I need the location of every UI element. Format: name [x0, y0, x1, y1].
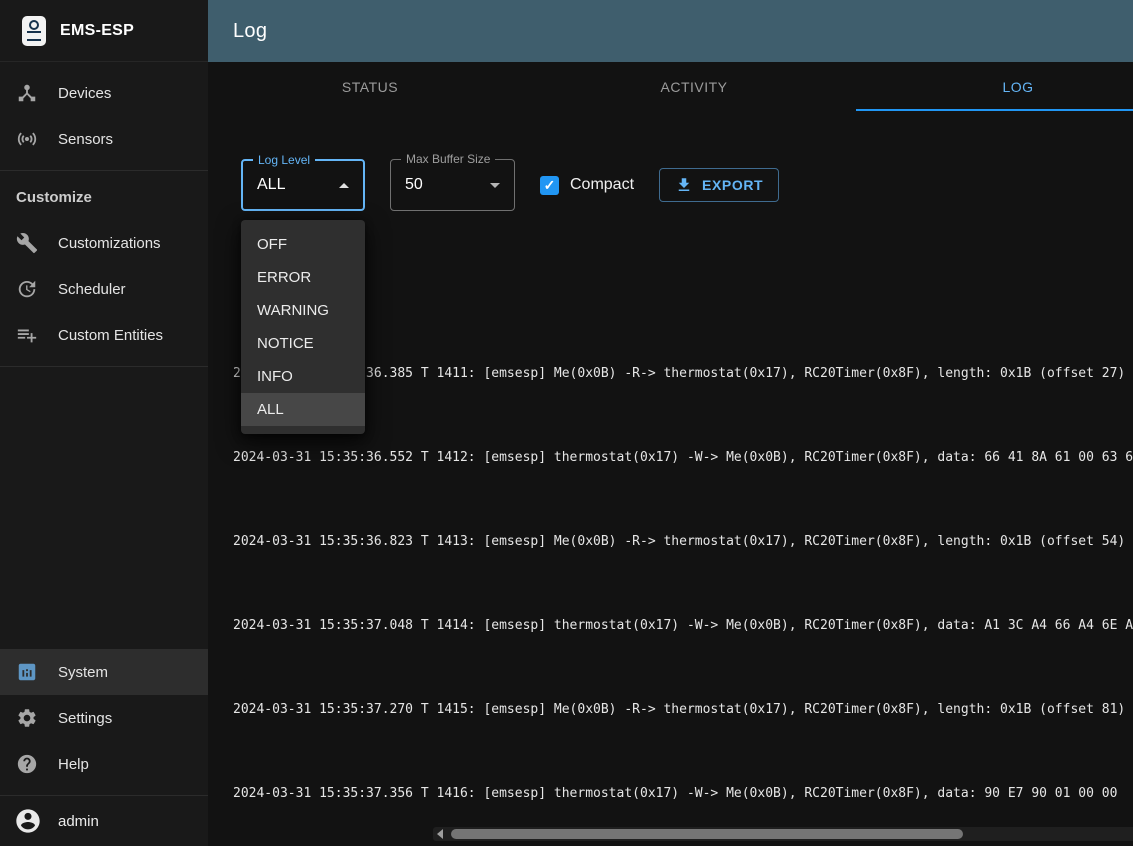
log-level-option-notice[interactable]: NOTICE: [241, 327, 365, 360]
ems-esp-app: EMS-ESP Devices Sensors Customize Custom…: [0, 0, 1133, 846]
chevron-down-icon: [490, 183, 500, 188]
sidebar-item-label: Sensors: [58, 131, 113, 148]
sensors-icon: [16, 128, 38, 150]
sidebar-item-label: Devices: [58, 85, 111, 102]
log-line: 2024-03-31 15:35:36.823 T 1413: [emsesp]…: [233, 531, 1133, 552]
tab-activity[interactable]: ACTIVITY: [532, 62, 856, 111]
brand: EMS-ESP: [0, 0, 208, 62]
sidebar-item-customizations[interactable]: Customizations: [0, 220, 208, 266]
sidebar-item-help[interactable]: Help: [0, 741, 208, 787]
scroll-left-icon[interactable]: [437, 829, 443, 839]
sidebar-item-label: Settings: [58, 710, 112, 727]
sidebar-nav: Devices Sensors Customize Customizations…: [0, 62, 208, 846]
compact-checkbox[interactable]: [540, 176, 559, 195]
chevron-up-icon: [339, 183, 349, 188]
horizontal-scrollbar[interactable]: [433, 827, 1133, 841]
sidebar-item-label: Custom Entities: [58, 327, 163, 344]
compact-checkbox-row[interactable]: Compact: [540, 176, 634, 195]
log-line: 2024-03-31 15:35:37.270 T 1415: [emsesp]…: [233, 699, 1133, 720]
log-level-value: ALL: [257, 176, 331, 194]
customize-section-header: Customize: [0, 171, 208, 220]
max-buffer-label: Max Buffer Size: [401, 153, 495, 166]
sidebar-item-sensors[interactable]: Sensors: [0, 116, 208, 162]
tools-icon: [16, 232, 38, 254]
log-controls: Log Level ALL Max Buffer Size 50 Compact…: [208, 111, 1133, 211]
sidebar: EMS-ESP Devices Sensors Customize Custom…: [0, 0, 208, 846]
export-button-label: EXPORT: [702, 177, 763, 193]
sidebar-item-system[interactable]: System: [0, 649, 208, 695]
help-icon: [16, 753, 38, 775]
gear-icon: [16, 707, 38, 729]
sidebar-item-label: System: [58, 664, 108, 681]
analytics-icon: [16, 661, 38, 683]
log-level-option-error[interactable]: ERROR: [241, 261, 365, 294]
log-lines: 2024-03-31 15:35:36.385 T 1411: [emsesp]…: [233, 279, 1133, 846]
horizontal-scrollbar-thumb[interactable]: [451, 829, 963, 839]
brand-name: EMS-ESP: [60, 22, 134, 40]
sidebar-item-settings[interactable]: Settings: [0, 695, 208, 741]
max-buffer-value: 50: [405, 176, 482, 194]
sidebar-item-devices[interactable]: Devices: [0, 70, 208, 116]
clock-update-icon: [16, 278, 38, 300]
log-level-label: Log Level: [253, 154, 315, 167]
sidebar-item-label: Scheduler: [58, 281, 126, 298]
main-panel: Log STATUS ACTIVITY LOG Log Level ALL Ma…: [208, 0, 1133, 846]
log-line: 2024-03-31 15:35:37.048 T 1414: [emsesp]…: [233, 615, 1133, 636]
tab-log[interactable]: LOG: [856, 62, 1133, 111]
page-title: Log: [233, 20, 267, 43]
log-level-option-info[interactable]: INFO: [241, 360, 365, 393]
username-label: admin: [58, 813, 99, 830]
ems-esp-logo-icon: [22, 16, 46, 46]
log-level-select[interactable]: Log Level ALL: [241, 159, 365, 211]
tab-bar: STATUS ACTIVITY LOG: [208, 62, 1133, 111]
tab-status[interactable]: STATUS: [208, 62, 532, 111]
sidebar-item-custom-entities[interactable]: Custom Entities: [0, 312, 208, 358]
log-level-option-off[interactable]: OFF: [241, 228, 365, 261]
sidebar-item-label: Help: [58, 756, 89, 773]
download-icon: [675, 176, 693, 194]
playlist-add-icon: [16, 324, 38, 346]
log-line: 2024-03-31 15:35:37.356 T 1416: [emsesp]…: [233, 783, 1133, 804]
export-button[interactable]: EXPORT: [659, 168, 779, 202]
log-line: 2024-03-31 15:35:36.385 T 1411: [emsesp]…: [233, 363, 1133, 384]
log-level-option-all[interactable]: ALL: [241, 393, 365, 426]
log-line: 2024-03-31 15:35:36.552 T 1412: [emsesp]…: [233, 447, 1133, 468]
sidebar-item-scheduler[interactable]: Scheduler: [0, 266, 208, 312]
device-hub-icon: [16, 82, 38, 104]
sidebar-item-label: Customizations: [58, 235, 161, 252]
sidebar-spacer: [0, 367, 208, 649]
max-buffer-select[interactable]: Max Buffer Size 50: [390, 159, 515, 211]
sidebar-item-admin[interactable]: admin: [0, 796, 208, 846]
log-level-option-warning[interactable]: WARNING: [241, 294, 365, 327]
compact-label: Compact: [570, 176, 634, 194]
appbar: Log: [208, 0, 1133, 62]
log-level-menu: OFF ERROR WARNING NOTICE INFO ALL: [241, 220, 365, 434]
account-circle-icon: [14, 807, 42, 835]
